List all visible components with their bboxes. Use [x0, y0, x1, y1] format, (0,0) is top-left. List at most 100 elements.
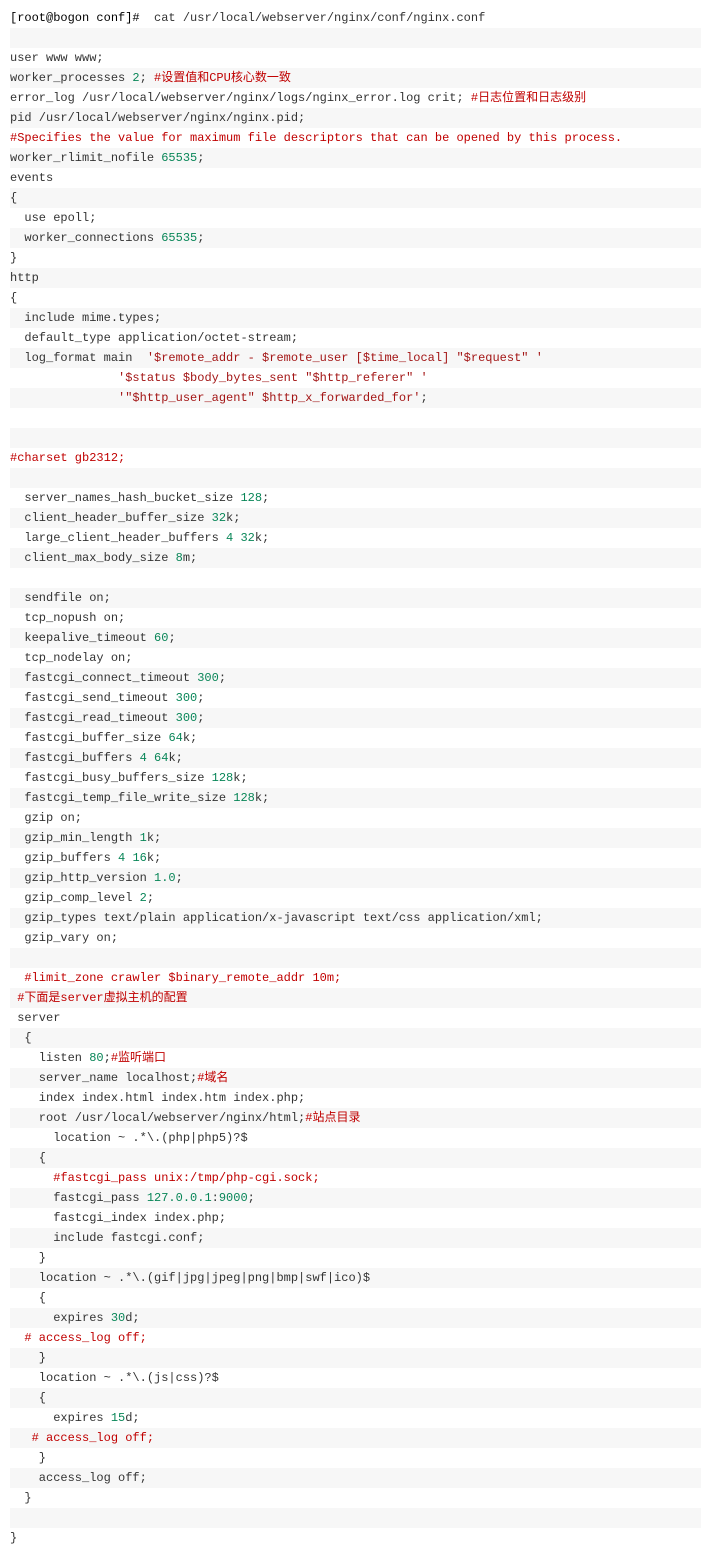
code-line: '$status $body_bytes_sent "$http_referer…	[10, 368, 701, 388]
code-segment: 64	[168, 731, 182, 745]
code-segment: k;	[147, 851, 161, 865]
code-line: {	[10, 1288, 701, 1308]
code-line: sendfile on;	[10, 588, 701, 608]
code-line	[10, 428, 701, 448]
code-line: fastcgi_index index.php;	[10, 1208, 701, 1228]
code-segment: tcp_nopush on;	[10, 611, 125, 625]
code-segment: expires	[10, 1411, 111, 1425]
code-segment: error_log /usr/local/webserver/nginx/log…	[10, 91, 471, 105]
code-segment: ;	[176, 871, 183, 885]
code-segment: 32	[240, 531, 254, 545]
code-segment: 128	[240, 491, 262, 505]
code-segment: 32	[212, 511, 226, 525]
code-segment: 4	[140, 751, 147, 765]
code-line: use epoll;	[10, 208, 701, 228]
code-segment: 60	[154, 631, 168, 645]
code-segment: k;	[183, 731, 197, 745]
code-segment: ;	[248, 1191, 255, 1205]
code-segment: k;	[233, 771, 247, 785]
code-segment: ;	[420, 391, 427, 405]
code-segment: [root@bogon conf]#	[10, 11, 154, 25]
code-segment: expires	[10, 1311, 111, 1325]
code-segment: k;	[226, 511, 240, 525]
code-line: worker_connections 65535;	[10, 228, 701, 248]
code-line: large_client_header_buffers 4 32k;	[10, 528, 701, 548]
code-segment: 65535	[161, 231, 197, 245]
code-segment: location ~ .*\.(gif|jpg|jpeg|png|bmp|swf…	[10, 1271, 370, 1285]
code-line: gzip on;	[10, 808, 701, 828]
code-line: error_log /usr/local/webserver/nginx/log…	[10, 88, 701, 108]
code-segment: '"$http_user_agent" $http_x_forwarded_fo…	[118, 391, 420, 405]
code-segment: {	[10, 191, 17, 205]
code-segment: #域名	[197, 1071, 228, 1085]
nginx-config-code: [root@bogon conf]# cat /usr/local/webser…	[0, 0, 711, 1556]
code-segment: '$status $body_bytes_sent "$http_referer…	[118, 371, 428, 385]
code-segment: 8	[176, 551, 183, 565]
code-line: {	[10, 1148, 701, 1168]
code-segment: fastcgi_temp_file_write_size	[10, 791, 233, 805]
code-line: #limit_zone crawler $binary_remote_addr …	[10, 968, 701, 988]
code-segment: gzip_vary on;	[10, 931, 118, 945]
code-segment	[10, 951, 17, 965]
code-segment: client_header_buffer_size	[10, 511, 212, 525]
code-segment: gzip_buffers	[10, 851, 118, 865]
code-line: {	[10, 288, 701, 308]
code-segment: fastcgi_pass	[10, 1191, 147, 1205]
code-segment: fastcgi_read_timeout	[10, 711, 176, 725]
code-segment: gzip_http_version	[10, 871, 154, 885]
code-segment: }	[10, 1491, 32, 1505]
code-segment: log_format main	[10, 351, 147, 365]
code-segment: {	[10, 1391, 46, 1405]
code-segment: #下面是server虚拟主机的配置	[17, 991, 187, 1005]
code-line: #下面是server虚拟主机的配置	[10, 988, 701, 1008]
code-segment: {	[10, 291, 17, 305]
code-line: include mime.types;	[10, 308, 701, 328]
code-segment: use epoll;	[10, 211, 96, 225]
code-line: worker_rlimit_nofile 65535;	[10, 148, 701, 168]
code-line: access_log off;	[10, 1468, 701, 1488]
code-line: gzip_types text/plain application/x-java…	[10, 908, 701, 928]
code-segment: #Specifies the value for maximum file de…	[10, 131, 622, 145]
code-segment: ;	[262, 491, 269, 505]
code-segment: 127.0.0.1	[147, 1191, 212, 1205]
code-line: server	[10, 1008, 701, 1028]
code-segment: 15	[111, 1411, 125, 1425]
code-segment: fastcgi_buffer_size	[10, 731, 168, 745]
code-line: [root@bogon conf]# cat /usr/local/webser…	[10, 8, 701, 28]
code-line	[10, 468, 701, 488]
code-line: #fastcgi_pass unix:/tmp/php-cgi.sock;	[10, 1168, 701, 1188]
code-segment: 300	[176, 711, 198, 725]
code-line: location ~ .*\.(gif|jpg|jpeg|png|bmp|swf…	[10, 1268, 701, 1288]
code-line: {	[10, 188, 701, 208]
code-segment: 128	[233, 791, 255, 805]
code-line: location ~ .*\.(php|php5)?$	[10, 1128, 701, 1148]
code-segment: server_names_hash_bucket_size	[10, 491, 240, 505]
code-line: }	[10, 1348, 701, 1368]
code-segment: location ~ .*\.(js|css)?$	[10, 1371, 219, 1385]
code-segment	[10, 1171, 53, 1185]
code-segment: }	[10, 1251, 46, 1265]
code-segment: gzip_comp_level	[10, 891, 140, 905]
code-segment: keepalive_timeout	[10, 631, 154, 645]
code-segment: location ~ .*\.(php|php5)?$	[10, 1131, 248, 1145]
code-line: default_type application/octet-stream;	[10, 328, 701, 348]
code-segment: 1	[140, 831, 147, 845]
code-line: }	[10, 1488, 701, 1508]
code-line: user www www;	[10, 48, 701, 68]
code-segment	[10, 1331, 24, 1345]
code-line: tcp_nodelay on;	[10, 648, 701, 668]
code-segment: {	[10, 1291, 46, 1305]
code-segment: worker_processes	[10, 71, 132, 85]
code-line: gzip_min_length 1k;	[10, 828, 701, 848]
code-segment: large_client_header_buffers	[10, 531, 226, 545]
code-line: root /usr/local/webserver/nginx/html;#站点…	[10, 1108, 701, 1128]
code-segment: #设置值和CPU核心数一致	[154, 71, 291, 85]
code-segment: {	[10, 1031, 32, 1045]
code-segment: 80	[89, 1051, 103, 1065]
code-segment: '$remote_addr - $remote_user [$time_loca…	[147, 351, 543, 365]
code-segment: user www www;	[10, 51, 104, 65]
code-segment	[10, 391, 118, 405]
code-segment: #fastcgi_pass unix:/tmp/php-cgi.sock;	[53, 1171, 319, 1185]
code-line: fastcgi_buffer_size 64k;	[10, 728, 701, 748]
code-line: #charset gb2312;	[10, 448, 701, 468]
